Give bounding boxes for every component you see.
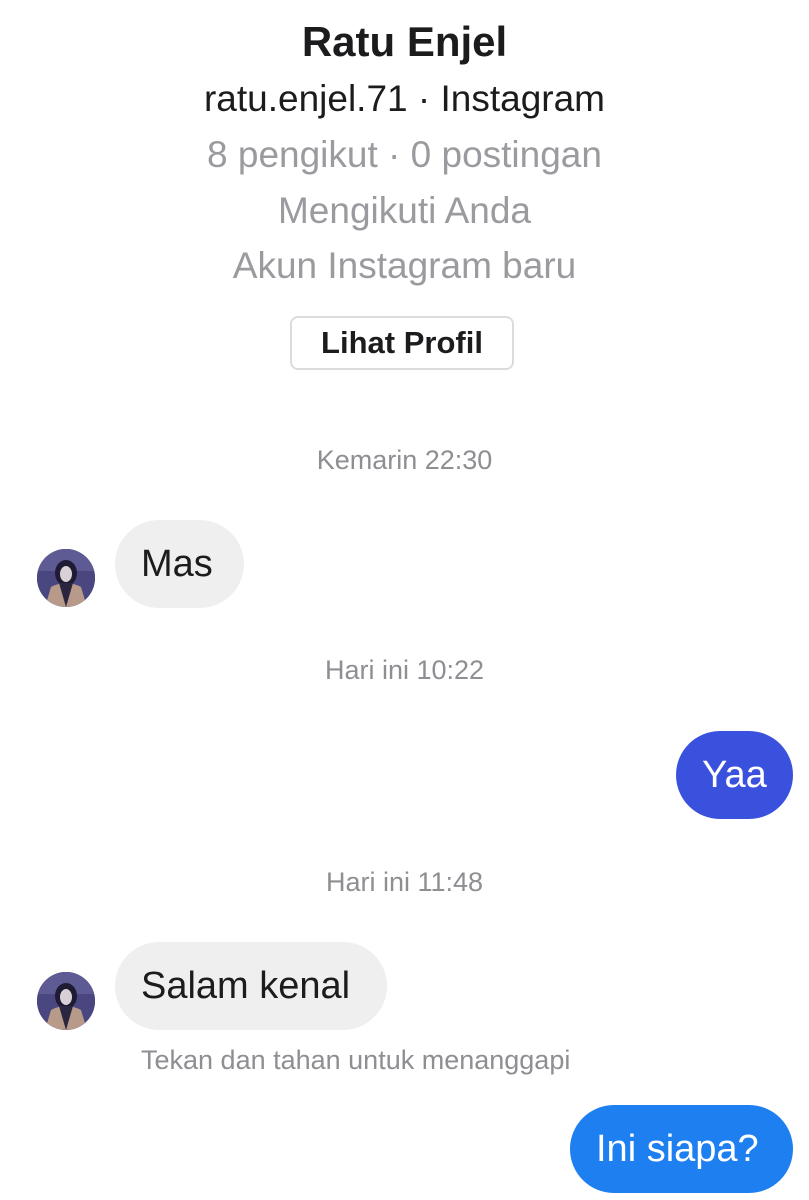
message-timestamp: Hari ini 11:48 bbox=[325, 867, 484, 897]
avatar[interactable] bbox=[37, 549, 95, 607]
follows-you-label: Mengikuti Anda bbox=[277, 190, 531, 231]
outgoing-message-bubble[interactable]: Yaa bbox=[676, 731, 793, 819]
avatar-photo bbox=[37, 972, 95, 1030]
new-account-label: Akun Instagram baru bbox=[232, 245, 577, 286]
message-timestamp: Kemarin 22:30 bbox=[316, 445, 493, 475]
contact-name: Ratu Enjel bbox=[301, 18, 508, 65]
view-profile-button[interactable]: Lihat Profil bbox=[290, 316, 514, 370]
incoming-message-bubble[interactable]: Salam kenal bbox=[115, 942, 387, 1030]
outgoing-message-bubble[interactable]: Ini siapa? bbox=[570, 1105, 793, 1193]
avatar-photo bbox=[37, 549, 95, 607]
reply-hint: Tekan dan tahan untuk menanggapi bbox=[141, 1045, 571, 1075]
incoming-message-bubble[interactable]: Mas bbox=[115, 520, 244, 608]
message-timestamp: Hari ini 10:22 bbox=[324, 655, 485, 685]
contact-handle: ratu.enjel.71 · Instagram bbox=[203, 78, 606, 119]
contact-stats: 8 pengikut · 0 postingan bbox=[207, 134, 602, 175]
avatar[interactable] bbox=[37, 972, 95, 1030]
